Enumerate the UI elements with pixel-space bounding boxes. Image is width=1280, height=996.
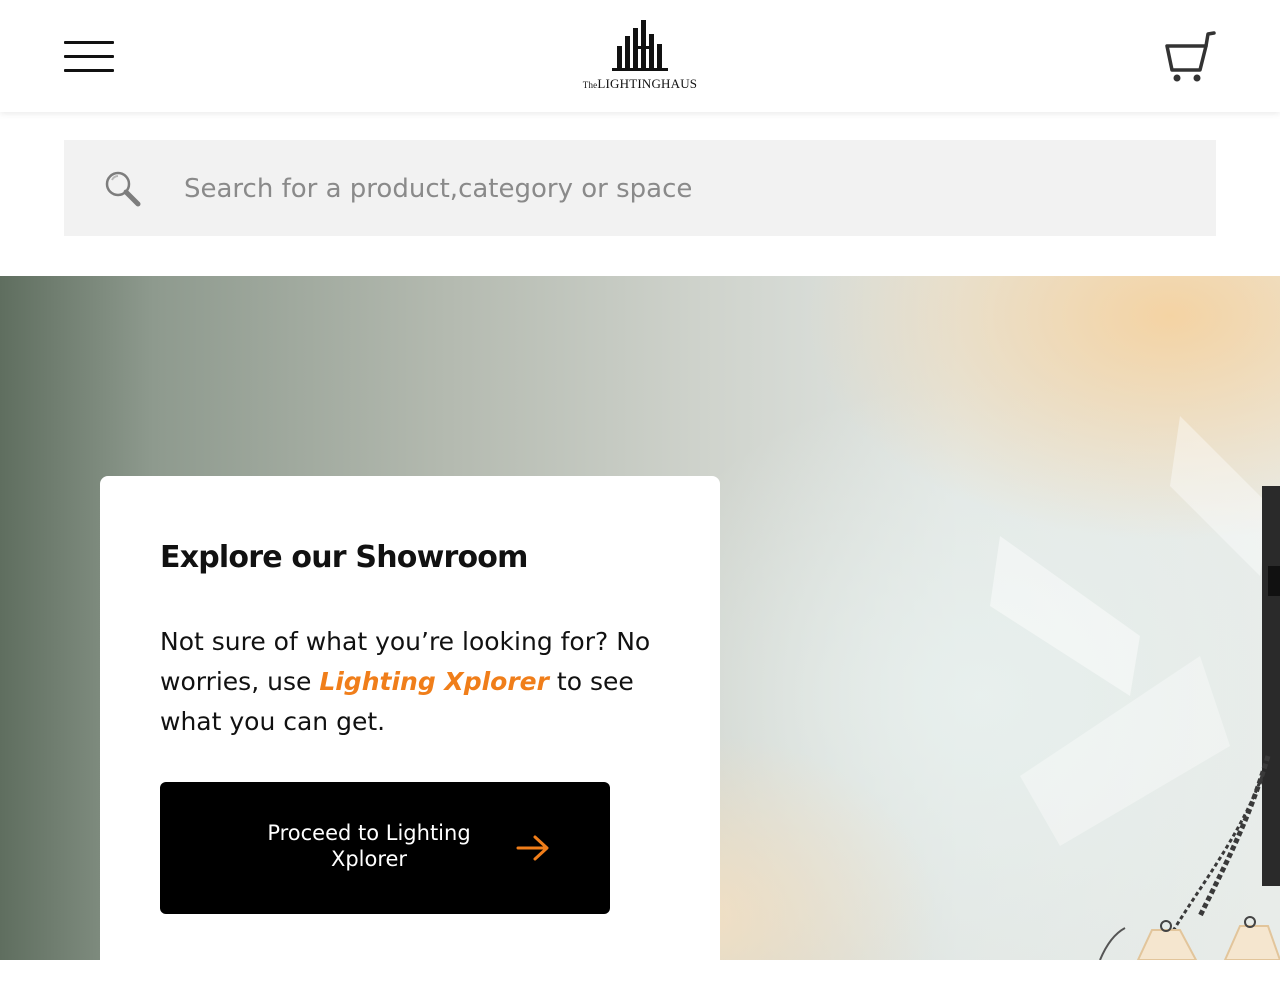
lighting-xplorer-link[interactable]: Lighting Xplorer xyxy=(319,667,549,696)
building-logo-icon xyxy=(612,20,668,71)
showroom-card: Explore our Showroom Not sure of what yo… xyxy=(100,476,720,996)
brand-logo[interactable]: TheLIGHTINGHAUS xyxy=(574,18,706,98)
showroom-description: Not sure of what you’re looking for? No … xyxy=(160,622,670,742)
hamburger-menu-icon-line xyxy=(64,69,114,72)
hamburger-menu-icon-line xyxy=(64,55,114,58)
hamburger-menu-icon xyxy=(64,41,114,44)
cta-label: Proceed to Lighting Xplorer xyxy=(267,821,471,871)
brand-prefix: The xyxy=(582,80,598,90)
showroom-title: Explore our Showroom xyxy=(160,540,528,575)
search-input[interactable] xyxy=(184,162,1184,216)
brand-name: TheLIGHTINGHAUS xyxy=(574,76,706,92)
cart-button[interactable] xyxy=(1158,26,1222,90)
proceed-to-lighting-xplorer-button[interactable]: Proceed to Lighting Xplorer xyxy=(160,782,610,914)
brand-wordmark: LIGHTINGHAUS xyxy=(597,76,698,91)
site-header: TheLIGHTINGHAUS xyxy=(0,0,1280,112)
shopping-cart-icon xyxy=(1165,31,1216,82)
magnifier-icon[interactable] xyxy=(104,170,142,208)
hamburger-menu-button[interactable] xyxy=(60,36,118,78)
arrow-right-icon xyxy=(516,835,549,861)
